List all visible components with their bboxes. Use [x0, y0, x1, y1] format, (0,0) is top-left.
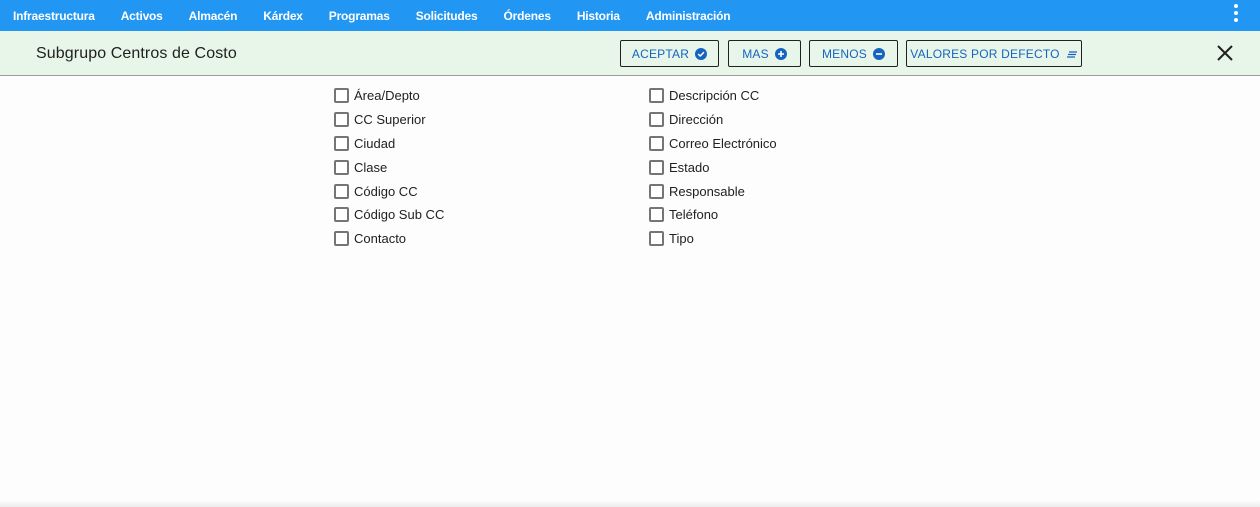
checkbox[interactable]: [649, 183, 664, 199]
close-icon[interactable]: [1216, 44, 1234, 62]
nav-item-solicitudes[interactable]: Solicitudes: [403, 9, 491, 23]
checkbox-label: Responsable: [669, 183, 745, 199]
field-checkbox-codigo-sub-cc[interactable]: Código Sub CC: [334, 203, 444, 227]
field-checkbox-ciudad[interactable]: Ciudad: [334, 132, 444, 156]
less-button-label: MENOS: [821, 46, 867, 61]
nav-item-historia[interactable]: Historia: [564, 9, 633, 23]
checkbox-label: Descripción CC: [669, 88, 760, 104]
field-checkbox-area-depto[interactable]: Área/Depto: [334, 84, 444, 108]
nav-item-almacen[interactable]: Almacén: [176, 9, 251, 23]
checkbox[interactable]: [334, 88, 349, 104]
nav-item-administracion[interactable]: Administración: [633, 9, 744, 23]
checkbox-label: Ciudad: [354, 135, 396, 151]
field-checkbox-responsable[interactable]: Responsable: [649, 179, 777, 203]
checkbox[interactable]: [334, 112, 349, 128]
checkbox[interactable]: [334, 207, 349, 223]
checkbox-label: Clase: [354, 159, 388, 175]
field-checkbox-cc-superior[interactable]: CC Superior: [334, 108, 444, 132]
field-checkbox-telefono[interactable]: Teléfono: [649, 203, 777, 227]
more-button-label: MAS: [742, 46, 769, 61]
page-title: Subgrupo Centros de Costo: [36, 45, 237, 62]
check-circle-icon: [695, 47, 708, 60]
nav-item-activos[interactable]: Activos: [108, 9, 176, 23]
checkbox-label: Estado: [669, 159, 710, 175]
fields-column-right: Descripción CC Dirección Correo Electrón…: [649, 84, 777, 251]
field-checkbox-correo[interactable]: Correo Electrónico: [649, 132, 777, 156]
top-navigation-bar: Infraestructura Activos Almacén Kárdex P…: [0, 0, 1260, 31]
checkbox[interactable]: [334, 183, 349, 199]
nav-item-infraestructura[interactable]: Infraestructura: [0, 9, 108, 23]
plus-circle-icon: [774, 47, 787, 60]
kebab-dot: [1234, 4, 1238, 8]
field-checkbox-estado[interactable]: Estado: [649, 155, 777, 179]
checkbox-label: Teléfono: [669, 207, 719, 223]
accept-button[interactable]: ACEPTAR: [620, 40, 719, 67]
field-checkbox-contacto[interactable]: Contacto: [334, 227, 444, 251]
kebab-dot: [1234, 11, 1238, 15]
checkbox[interactable]: [649, 88, 664, 104]
lines-icon: [1066, 50, 1077, 58]
checkbox[interactable]: [649, 231, 664, 247]
checkbox[interactable]: [649, 159, 664, 175]
checkbox-label: Contacto: [354, 231, 407, 247]
checkbox-label: Área/Depto: [354, 88, 420, 104]
checkbox[interactable]: [334, 231, 349, 247]
fields-panel: Área/Depto CC Superior Ciudad Clase Códi…: [0, 77, 1260, 505]
field-checkbox-codigo-cc[interactable]: Código CC: [334, 179, 444, 203]
fields-column-left: Área/Depto CC Superior Ciudad Clase Códi…: [334, 84, 444, 251]
checkbox-label: Correo Electrónico: [669, 135, 777, 151]
field-checkbox-clase[interactable]: Clase: [334, 155, 444, 179]
less-button[interactable]: MENOS: [809, 40, 898, 67]
field-checkbox-tipo[interactable]: Tipo: [649, 227, 777, 251]
field-checkbox-descripcion-cc[interactable]: Descripción CC: [649, 84, 777, 108]
checkbox-label: Tipo: [669, 231, 694, 247]
checkbox[interactable]: [649, 112, 664, 128]
accept-button-label: ACEPTAR: [631, 46, 690, 61]
kebab-dot: [1234, 18, 1238, 22]
bottom-divider: [0, 500, 1260, 507]
checkbox-label: Dirección: [669, 112, 724, 128]
checkbox[interactable]: [334, 159, 349, 175]
checkbox-label: Código Sub CC: [354, 207, 445, 223]
minus-circle-icon: [873, 47, 885, 60]
more-button[interactable]: MAS: [728, 40, 801, 67]
default-values-button-label: VALORES POR DEFECTO: [910, 46, 1060, 61]
nav-item-ordenes[interactable]: Órdenes: [491, 9, 564, 23]
checkbox[interactable]: [334, 135, 349, 151]
nav-item-kardex[interactable]: Kárdex: [250, 9, 316, 23]
checkbox-label: CC Superior: [354, 112, 426, 128]
checkbox[interactable]: [649, 207, 664, 223]
field-checkbox-direccion[interactable]: Dirección: [649, 108, 777, 132]
more-vertical-icon[interactable]: [1232, 4, 1240, 22]
dialog-header: Subgrupo Centros de Costo ACEPTAR MAS ME…: [0, 31, 1260, 76]
default-values-button[interactable]: VALORES POR DEFECTO: [906, 40, 1082, 67]
nav-item-programas[interactable]: Programas: [316, 9, 403, 23]
checkbox[interactable]: [649, 135, 664, 151]
checkbox-label: Código CC: [354, 183, 418, 199]
